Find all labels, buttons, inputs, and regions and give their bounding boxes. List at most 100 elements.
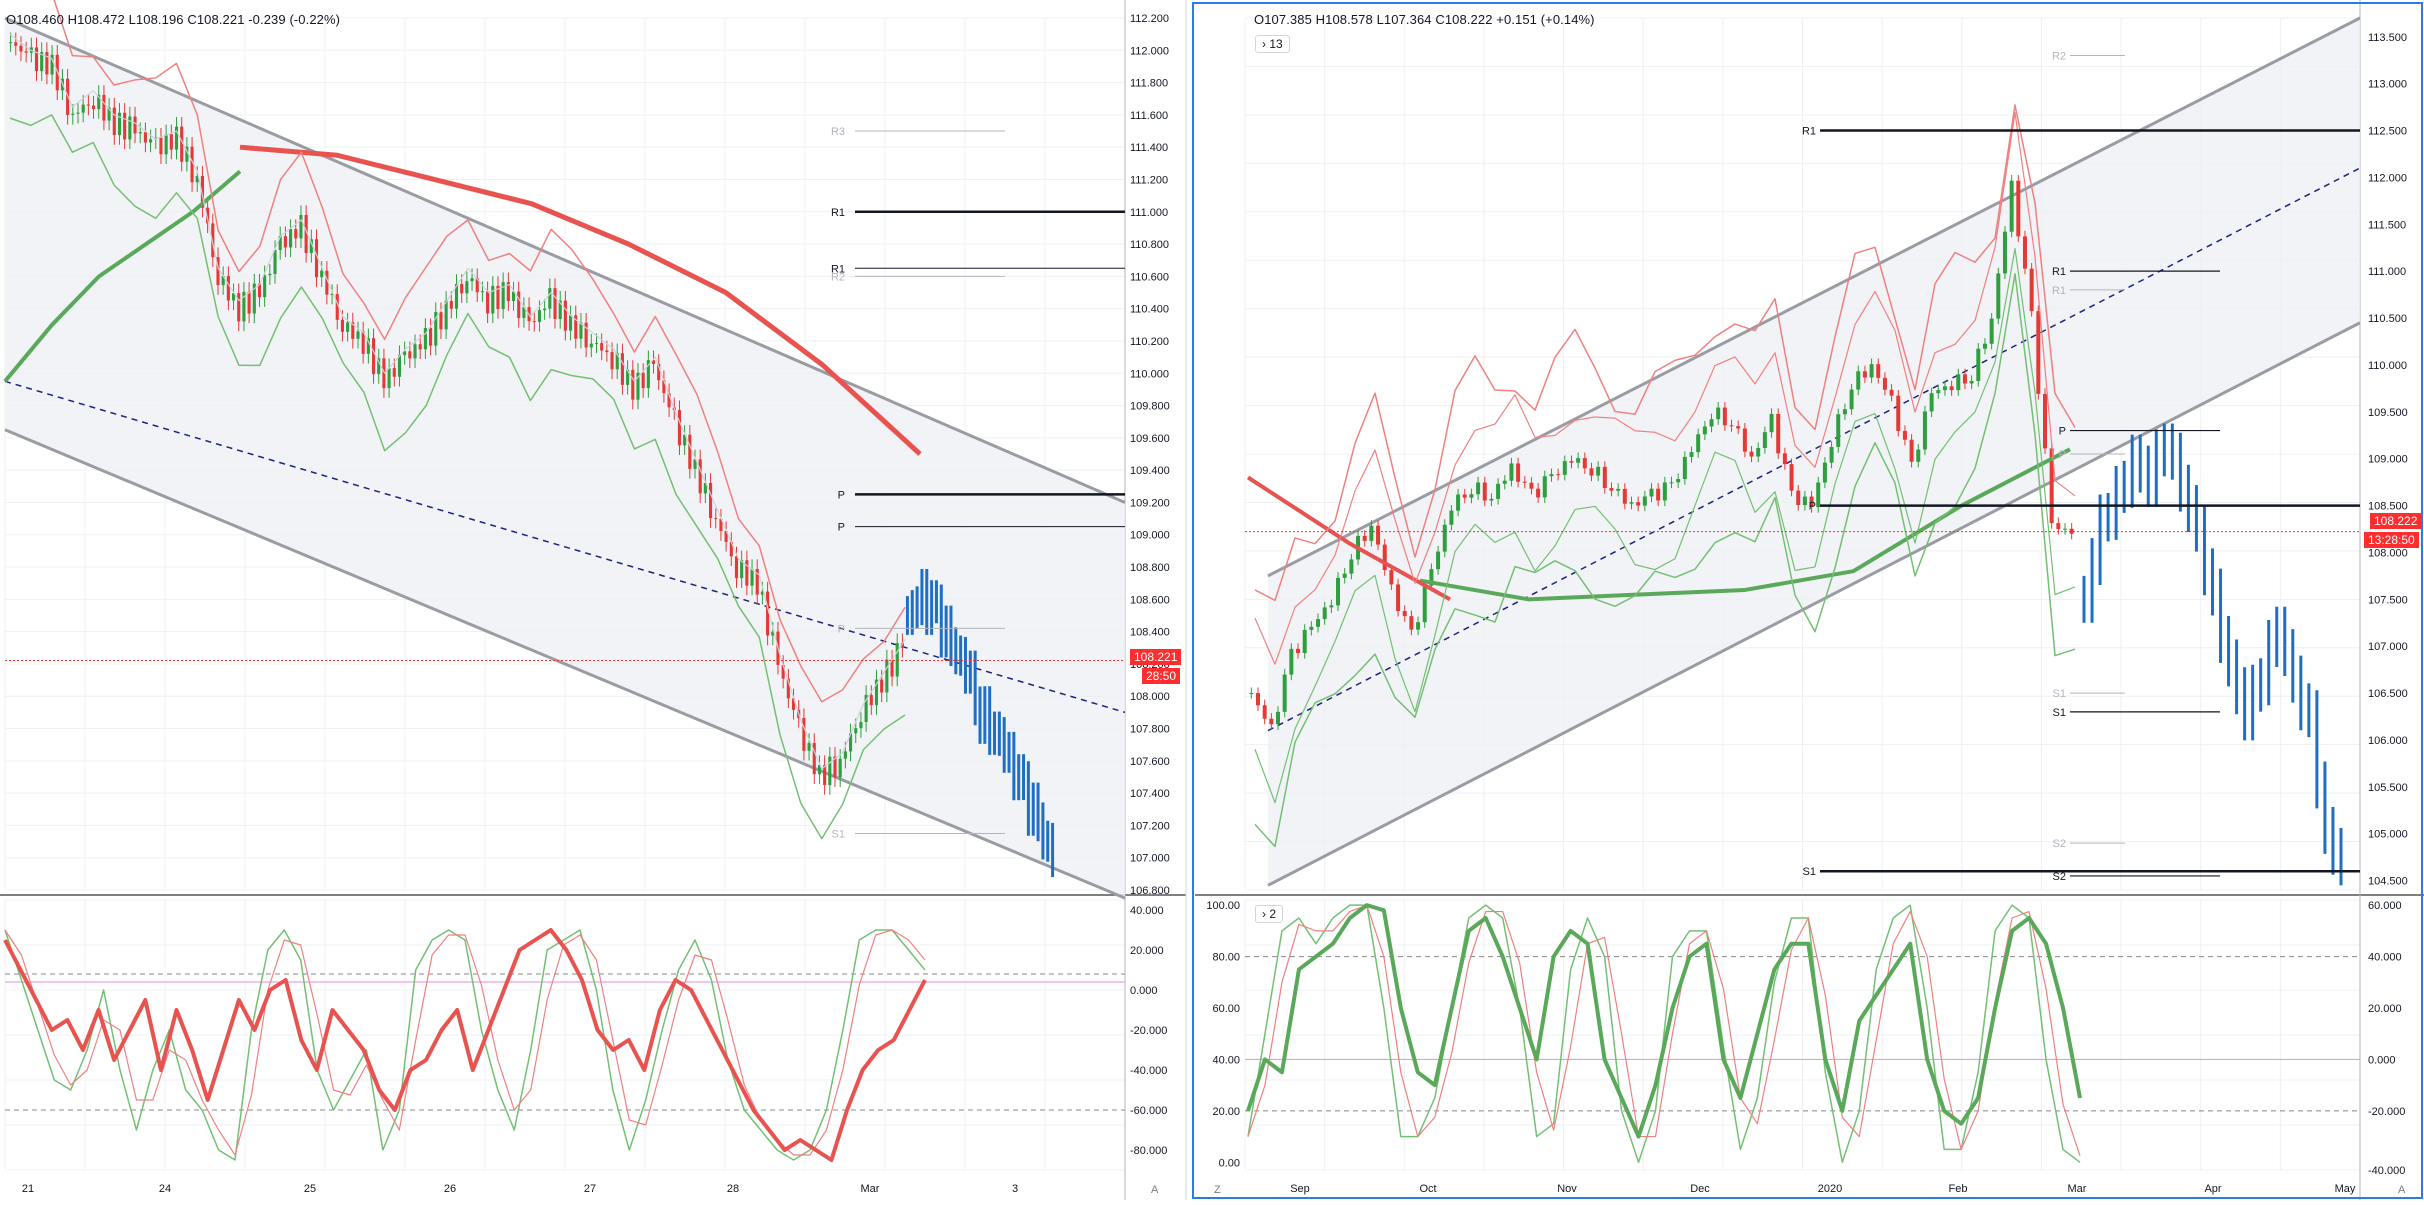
right-osc-left-tick-label: 40.00 [1212, 1054, 1240, 1066]
candle-body [714, 518, 718, 520]
candle-body [1682, 456, 1687, 480]
candle-body [14, 42, 18, 46]
right-pivot-label-s1: S1 [2053, 688, 2066, 700]
candle-body [854, 728, 858, 734]
candle-body [429, 328, 433, 346]
left-y-tick-label: 108.800 [1130, 562, 1170, 574]
left-y-tick-label: 107.600 [1130, 756, 1170, 768]
left-axis-mode-label[interactable]: A [1151, 1184, 1158, 1196]
left-x-tick-label: 21 [22, 1183, 34, 1195]
candle-body [1256, 693, 1261, 706]
left-osc-tick-label: 20.000 [1130, 945, 1164, 957]
candle-body [1722, 407, 1727, 426]
left-pivot-label-r2: R2 [831, 271, 845, 283]
candle-body [45, 52, 49, 75]
oscillator-toggle-button[interactable]: › 2 [1255, 905, 1284, 923]
candle-body [734, 556, 739, 579]
right-projection [2082, 423, 2343, 886]
left-osc-tick-label: 0.000 [1130, 985, 1158, 997]
right-x-tick-label: Sep [1290, 1183, 1310, 1195]
chart-canvas[interactable]: R3R1R1R2PPPS1106.800107.000107.200107.40… [0, 0, 2424, 1200]
right-osc-right-tick-label: 40.000 [2368, 952, 2402, 964]
right-x-tick-label: Dec [1690, 1183, 1710, 1195]
candle-body [283, 236, 287, 248]
right-y-tick-label: 109.500 [2368, 407, 2408, 419]
indicators-count: 13 [1269, 37, 1283, 51]
right-y-tick-label: 111.500 [2368, 219, 2406, 231]
candle-body [605, 350, 609, 353]
right-price-candle [2022, 230, 2027, 275]
candle-body [1582, 458, 1587, 469]
candle-body [1689, 452, 1694, 457]
candle-body [263, 275, 267, 298]
left-y-tick-label: 110.600 [1130, 271, 1169, 283]
left-y-tick-label: 106.800 [1130, 885, 1170, 897]
right-price-candle [1896, 390, 1901, 437]
candle-body [537, 310, 542, 322]
right-price-candle [2016, 175, 2021, 243]
left-y-tick-label: 109.200 [1130, 497, 1170, 509]
candle-body [1936, 390, 1941, 394]
left-x-tick-label: 24 [159, 1183, 171, 1195]
candle-body [543, 308, 547, 311]
left-y-tick-label: 112.000 [1130, 45, 1169, 57]
right-price-candle [2062, 523, 2067, 535]
right-pivot-label-r1: R1 [2052, 266, 2066, 278]
right-axis-mode-label[interactable]: A [2398, 1184, 2405, 1196]
right-pivot-label-r1: R1 [2052, 285, 2066, 297]
left-pivot-label-p: P [838, 522, 845, 534]
right-y-tick-label: 106.000 [2368, 735, 2408, 747]
candle-body [610, 352, 614, 370]
candle-body [1729, 425, 1734, 427]
candle-body [1436, 551, 1441, 570]
left-ohlc-percent: (-0.22%) [289, 12, 341, 27]
indicators-toggle-button[interactable]: › 13 [1255, 35, 1290, 53]
left-y-tick-label: 111.000 [1130, 207, 1168, 219]
left-pivot-label-p: P [838, 623, 845, 635]
candle-body [480, 291, 484, 293]
candle-body [1349, 559, 1354, 574]
candle-body [1402, 610, 1407, 617]
candle-body [517, 291, 521, 319]
candle-body [1742, 428, 1747, 452]
right-last-price-tag: 108.222 [2370, 513, 2422, 529]
right-x-tick-label: May [2335, 1183, 2356, 1195]
candle-body [709, 482, 713, 519]
right-ohlc-close: 108.222 [1444, 12, 1493, 27]
right-y-tick-label: 112.000 [2368, 172, 2407, 184]
left-y-tick-label: 110.800 [1130, 239, 1169, 251]
left-y-tick-label: 110.200 [1130, 336, 1169, 348]
right-pivot-label-s1: S1 [2053, 707, 2066, 719]
left-y-tick-label: 108.000 [1130, 691, 1170, 703]
candle-body [2042, 393, 2047, 449]
candle-body [1836, 414, 1841, 447]
candle-body [423, 328, 427, 350]
candle-body [1762, 432, 1767, 448]
candle-body [859, 722, 863, 729]
right-ohlc-high: 108.578 [1325, 12, 1373, 27]
candle-body [828, 756, 832, 786]
candle-body [1709, 419, 1714, 427]
candle-body [1896, 395, 1901, 431]
candle-body [2056, 523, 2061, 530]
right-price-candle [2002, 226, 2007, 280]
candle-body [1782, 453, 1787, 465]
candle-body [1616, 488, 1621, 491]
candle-body [1322, 607, 1327, 620]
candle-body [1342, 573, 1347, 578]
right-axis-zoom-label[interactable]: Z [1214, 1184, 1221, 1196]
left-oscillator-grid [4, 899, 1126, 1171]
candle-body [470, 278, 474, 282]
candle-body [1669, 482, 1674, 484]
candle-body [1816, 482, 1821, 508]
candle-body [340, 319, 344, 332]
candle-body [1756, 447, 1761, 457]
candle-body [569, 315, 573, 331]
candle-body [1549, 474, 1554, 477]
candle-body [1856, 371, 1861, 390]
candle-body [1316, 619, 1321, 627]
candle-body [1329, 605, 1334, 608]
right-y-tick-label: 104.500 [2368, 876, 2408, 888]
right-x-tick-label: Apr [2204, 1183, 2221, 1195]
candle-body [133, 116, 137, 134]
